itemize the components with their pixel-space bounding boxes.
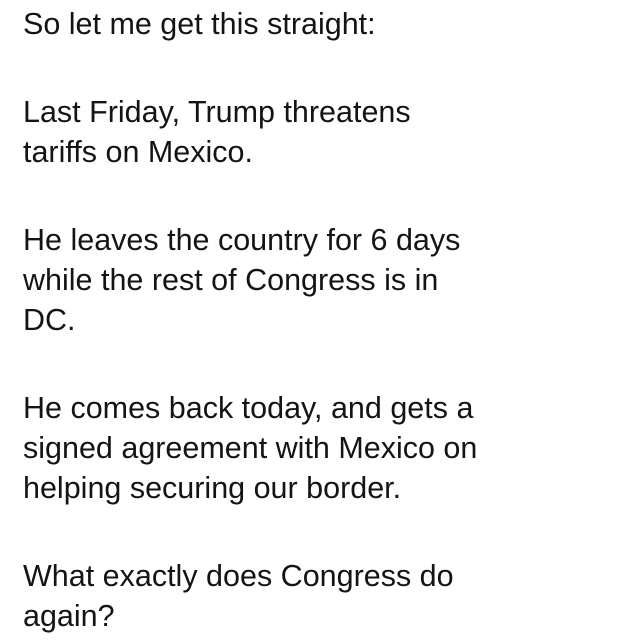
text-line: Last Friday, Trump threatens: [23, 95, 411, 129]
paragraph-intro: So let me get this straight:: [23, 4, 376, 44]
paragraph-leaves-country: He leaves the country for 6 days while t…: [23, 220, 460, 340]
text-line: helping securing our border.: [23, 471, 402, 505]
text-line: He leaves the country for 6 days: [23, 223, 461, 257]
text-line: signed agreement with Mexico on: [23, 431, 478, 465]
paragraph-agreement: He comes back today, and gets a signed a…: [23, 388, 477, 508]
paragraph-question: What exactly does Congress do again?: [23, 556, 454, 636]
text-line: tariffs on Mexico.: [23, 135, 253, 169]
text-line: DC.: [23, 303, 76, 337]
text-line: So let me get this straight:: [23, 7, 376, 41]
text-line: again?: [23, 599, 115, 633]
text-line: He comes back today, and gets a: [23, 391, 474, 425]
paragraph-tariffs: Last Friday, Trump threatens tariffs on …: [23, 92, 411, 172]
text-line: What exactly does Congress do: [23, 559, 454, 593]
text-line: while the rest of Congress is in: [23, 263, 439, 297]
text-post: So let me get this straight: Last Friday…: [23, 0, 635, 640]
